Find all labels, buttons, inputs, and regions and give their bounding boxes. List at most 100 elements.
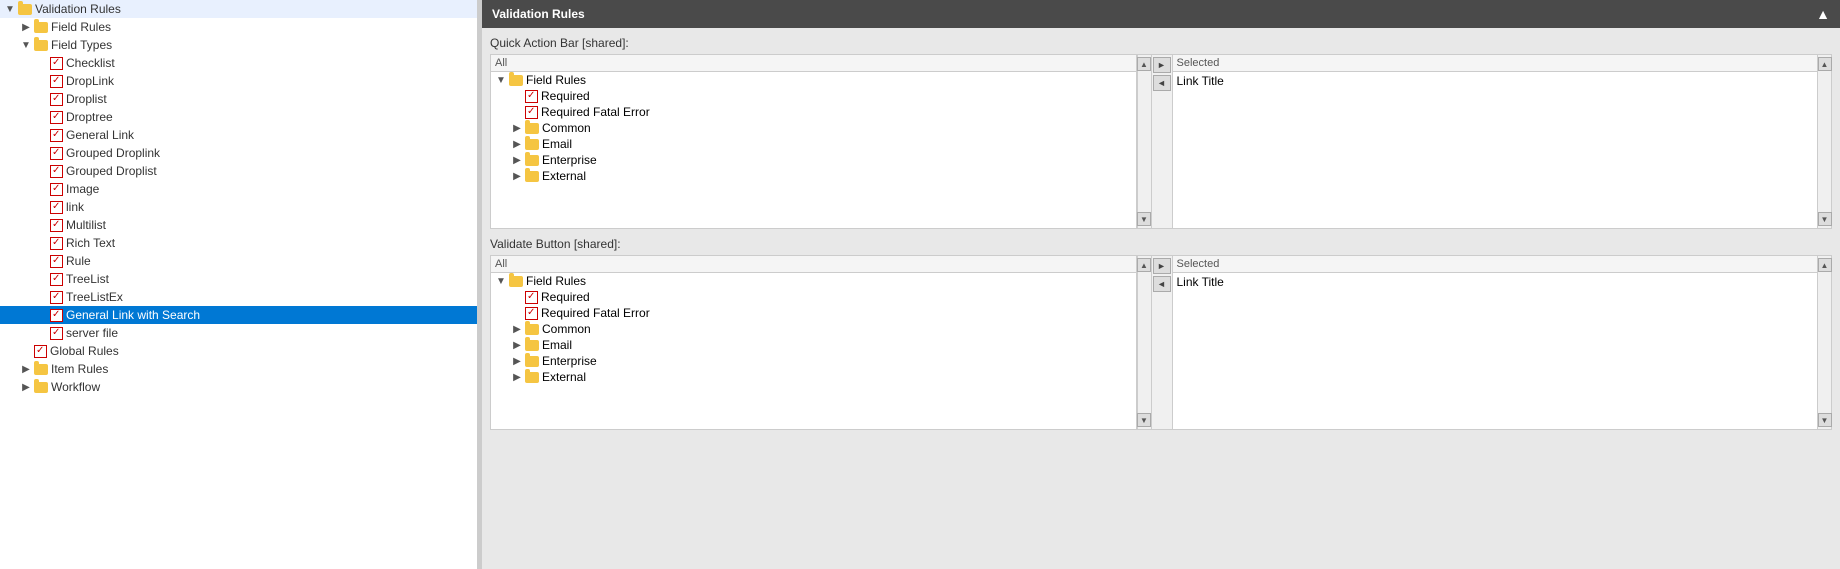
expand-arrow[interactable]	[509, 155, 525, 166]
sidebar-item-rich-text[interactable]: Rich Text	[0, 234, 477, 252]
move-left-btn[interactable]: ◄	[1153, 276, 1171, 292]
rule-section-shared: [shared]:	[582, 36, 629, 50]
dual-list-validate-button: AllField RulesRequiredRequired Fatal Err…	[490, 255, 1832, 430]
all-scrollbar-quick-action-bar[interactable]: ▲▼	[1137, 55, 1151, 228]
all-pane-validate-button: AllField RulesRequiredRequired Fatal Err…	[491, 256, 1137, 429]
expand-arrow[interactable]	[509, 139, 525, 150]
sidebar-item-workflow[interactable]: Workflow	[0, 378, 477, 396]
tree-item-common-2[interactable]: Common	[491, 321, 1136, 337]
tree-item-enterprise-2[interactable]: Enterprise	[491, 353, 1136, 369]
sidebar-item-treelist[interactable]: TreeList	[0, 270, 477, 288]
expand-arrow[interactable]	[18, 382, 34, 393]
sidebar-item-droplink[interactable]: DropLink	[0, 72, 477, 90]
sidebar-item-server-file[interactable]: server file	[0, 324, 477, 342]
tree-item-label: Common	[542, 121, 591, 135]
sidebar-item-droptree[interactable]: Droptree	[0, 108, 477, 126]
scroll-down-selected[interactable]: ▼	[1818, 212, 1832, 226]
tree-item-label: Common	[542, 322, 591, 336]
sidebar-item-multilist[interactable]: Multilist	[0, 216, 477, 234]
tree-item-external-1[interactable]: External	[491, 168, 1136, 184]
sidebar-item-general-link-search[interactable]: General Link with Search	[0, 306, 477, 324]
all-scrollbar-validate-button[interactable]: ▲▼	[1137, 256, 1151, 429]
tree-item-enterprise-1[interactable]: Enterprise	[491, 152, 1136, 168]
tree-item-label: Email	[542, 338, 572, 352]
sidebar-item-checklist[interactable]: Checklist	[0, 54, 477, 72]
expand-arrow[interactable]	[509, 171, 525, 182]
expand-arrow[interactable]	[18, 364, 34, 375]
tree-item-required-fatal-2[interactable]: Required Fatal Error	[491, 305, 1136, 321]
panel-collapse-button[interactable]: ▲	[1816, 6, 1830, 22]
expand-arrow[interactable]	[18, 22, 34, 33]
sidebar-item-label: Droptree	[66, 110, 113, 124]
sidebar-item-label: Rule	[66, 254, 91, 268]
sidebar-item-grouped-droplist[interactable]: Grouped Droplist	[0, 162, 477, 180]
sidebar-item-droplist[interactable]: Droplist	[0, 90, 477, 108]
tree-item-external-2[interactable]: External	[491, 369, 1136, 385]
scroll-up-selected[interactable]: ▲	[1818, 57, 1832, 71]
sidebar-item-global-rules[interactable]: Global Rules	[0, 342, 477, 360]
move-left-btn[interactable]: ◄	[1153, 75, 1171, 91]
tree-item-label: External	[542, 370, 586, 384]
sidebar-item-label: Field Rules	[51, 20, 111, 34]
sidebar-item-field-types[interactable]: Field Types	[0, 36, 477, 54]
sidebar-item-label: TreeList	[66, 272, 109, 286]
move-right-btn[interactable]: ►	[1153, 57, 1171, 73]
expand-arrow[interactable]	[509, 123, 525, 134]
expand-arrow[interactable]	[509, 324, 525, 335]
rule-section-quick-action-bar: Quick Action Bar [shared]: AllField Rules…	[490, 36, 1832, 229]
sidebar-item-general-link[interactable]: General Link	[0, 126, 477, 144]
scroll-up-all[interactable]: ▲	[1137, 57, 1151, 71]
sidebar-item-image[interactable]: Image	[0, 180, 477, 198]
tree-item-field-rules-all-1[interactable]: Field Rules	[491, 72, 1136, 88]
tree-item-email-1[interactable]: Email	[491, 136, 1136, 152]
sidebar-item-link[interactable]: link	[0, 198, 477, 216]
sidebar-item-rule[interactable]: Rule	[0, 252, 477, 270]
sidebar-item-item-rules[interactable]: Item Rules	[0, 360, 477, 378]
tree-item-required-1[interactable]: Required	[491, 88, 1136, 104]
rule-section-shared: [shared]:	[574, 237, 621, 251]
sidebar-item-label: Grouped Droplist	[66, 164, 157, 178]
tree-item-email-2[interactable]: Email	[491, 337, 1136, 353]
selected-item[interactable]: Link Title	[1173, 273, 1818, 291]
panel-content: Quick Action Bar [shared]:AllField Rules…	[482, 28, 1840, 569]
expand-arrow[interactable]	[493, 75, 509, 86]
panel-header: Validation Rules ▲	[482, 0, 1840, 28]
sidebar-item-field-rules[interactable]: Field Rules	[0, 18, 477, 36]
expand-arrow[interactable]	[509, 372, 525, 383]
expand-arrow[interactable]	[2, 4, 18, 15]
sidebar-item-label: General Link	[66, 128, 134, 142]
tree-item-required-2[interactable]: Required	[491, 289, 1136, 305]
tree-item-field-rules-all-2[interactable]: Field Rules	[491, 273, 1136, 289]
tree-item-required-fatal-1[interactable]: Required Fatal Error	[491, 104, 1136, 120]
tree-item-label: Required Fatal Error	[541, 105, 650, 119]
sidebar-item-treelistex[interactable]: TreeListEx	[0, 288, 477, 306]
tree-item-label: Required	[541, 89, 590, 103]
selected-scroll-validate-button[interactable]: Link Title	[1173, 273, 1818, 429]
selected-scrollbar-validate-button[interactable]: ▲▼	[1817, 256, 1831, 429]
scroll-down-all[interactable]: ▼	[1137, 413, 1151, 427]
selected-scrollbar-quick-action-bar[interactable]: ▲▼	[1817, 55, 1831, 228]
move-right-btn[interactable]: ►	[1153, 258, 1171, 274]
expand-arrow[interactable]	[18, 40, 34, 51]
tree-item-common-1[interactable]: Common	[491, 120, 1136, 136]
selected-item[interactable]: Link Title	[1173, 72, 1818, 90]
selected-pane-validate-button: SelectedLink Title	[1173, 256, 1818, 429]
sidebar-item-label: Field Types	[51, 38, 112, 52]
expand-arrow[interactable]	[509, 356, 525, 367]
all-scroll-validate-button[interactable]: Field RulesRequiredRequired Fatal ErrorC…	[491, 273, 1136, 429]
scroll-up-all[interactable]: ▲	[1137, 258, 1151, 272]
sidebar-item-label: Grouped Droplink	[66, 146, 160, 160]
scroll-down-selected[interactable]: ▼	[1818, 413, 1832, 427]
all-header-quick-action-bar: All	[491, 55, 1136, 72]
rule-section-label-quick-action-bar: Quick Action Bar [shared]:	[490, 36, 1832, 50]
scroll-down-all[interactable]: ▼	[1137, 212, 1151, 226]
sidebar-item-grouped-droplink[interactable]: Grouped Droplink	[0, 144, 477, 162]
sidebar-item-label: link	[66, 200, 84, 214]
expand-arrow[interactable]	[509, 340, 525, 351]
rule-section-validate-button: Validate Button [shared]:AllField RulesR…	[490, 237, 1832, 430]
all-scroll-quick-action-bar[interactable]: Field RulesRequired Required Fatal Error C…	[491, 72, 1136, 228]
sidebar-item-validation-rules[interactable]: Validation Rules	[0, 0, 477, 18]
scroll-up-selected[interactable]: ▲	[1818, 258, 1832, 272]
expand-arrow[interactable]	[493, 276, 509, 287]
selected-scroll-quick-action-bar[interactable]: Link Title	[1173, 72, 1818, 228]
